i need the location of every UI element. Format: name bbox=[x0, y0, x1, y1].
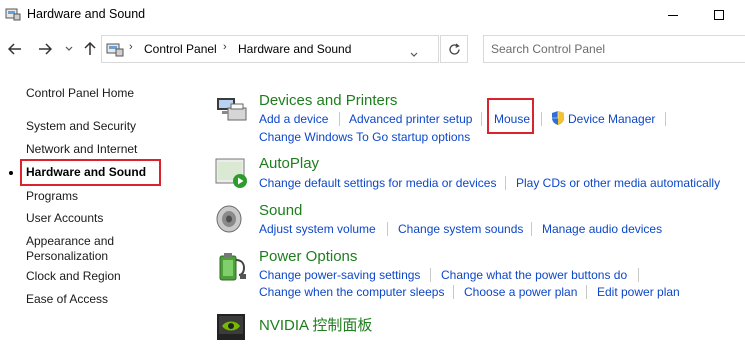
refresh-button[interactable] bbox=[440, 35, 468, 63]
link-change-windows-to-go-startup-options[interactable]: Change Windows To Go startup options bbox=[259, 130, 470, 144]
link-divider bbox=[531, 222, 532, 236]
speaker-icon bbox=[216, 205, 242, 233]
printer-icon bbox=[217, 98, 247, 121]
refresh-icon bbox=[448, 42, 460, 55]
sidebar-item-ease-of-access[interactable]: Ease of Access bbox=[26, 292, 108, 307]
link-edit-power-plan[interactable]: Edit power plan bbox=[597, 285, 680, 299]
nvidia-icon bbox=[217, 314, 245, 340]
link-divider bbox=[586, 285, 587, 299]
link-device-manager[interactable]: Device Manager bbox=[568, 112, 655, 126]
highlight-box bbox=[20, 159, 161, 186]
category-title-power-options[interactable]: Power Options bbox=[259, 248, 357, 265]
search-box[interactable] bbox=[483, 35, 745, 63]
category-title-devices-and-printers[interactable]: Devices and Printers bbox=[259, 92, 397, 109]
sidebar-item-control-panel-home[interactable]: Control Panel Home bbox=[26, 86, 134, 101]
title-bar: Hardware and Sound bbox=[0, 0, 745, 30]
category-title-sound[interactable]: Sound bbox=[259, 202, 302, 219]
link-change-default-settings-for-media-or-devices[interactable]: Change default settings for media or dev… bbox=[259, 176, 496, 190]
arrow-right-icon bbox=[39, 43, 52, 55]
maximize-button[interactable] bbox=[696, 0, 742, 30]
category-power-options: Power Options Change power-saving settin… bbox=[214, 248, 734, 304]
battery-icon bbox=[219, 253, 246, 281]
link-divider bbox=[638, 268, 639, 282]
category-title-autoplay[interactable]: AutoPlay bbox=[259, 155, 319, 172]
link-play-cds-or-other-media-automatically[interactable]: Play CDs or other media automatically bbox=[516, 176, 720, 190]
address-bar[interactable]: › Control Panel › Hardware and Sound bbox=[101, 35, 439, 63]
window-title: Hardware and Sound bbox=[27, 7, 146, 21]
sidebar-item-appearance-and-personalization[interactable]: Appearance and Personalization bbox=[26, 234, 136, 264]
search-input[interactable] bbox=[484, 36, 745, 62]
arrow-left-icon bbox=[8, 43, 21, 55]
chevron-down-icon bbox=[65, 46, 73, 51]
link-adjust-system-volume[interactable]: Adjust system volume bbox=[259, 222, 376, 236]
link-divider bbox=[665, 112, 666, 126]
link-divider bbox=[541, 112, 542, 126]
link-change-power-saving-settings[interactable]: Change power-saving settings bbox=[259, 268, 420, 282]
shield-icon bbox=[552, 111, 564, 125]
link-add-a-device[interactable]: Add a device bbox=[259, 112, 328, 126]
category-nvidia-control-panel: NVIDIA 控制面板 bbox=[214, 312, 734, 348]
recent-locations-button[interactable] bbox=[59, 39, 79, 59]
highlight-box bbox=[487, 98, 534, 134]
breadcrumb-control-panel[interactable]: Control Panel bbox=[144, 42, 217, 56]
breadcrumb-separator-icon: › bbox=[223, 41, 227, 53]
navigation-bar: › Control Panel › Hardware and Sound bbox=[0, 30, 745, 68]
category-sound: Sound Adjust system volume Change system… bbox=[214, 202, 734, 242]
control-panel-icon bbox=[5, 8, 21, 21]
link-change-what-the-power-buttons-do[interactable]: Change what the power buttons do bbox=[441, 268, 627, 282]
up-button[interactable] bbox=[80, 39, 100, 59]
current-item-bullet bbox=[9, 171, 13, 175]
sidebar-item-network-and-internet[interactable]: Network and Internet bbox=[26, 142, 137, 157]
link-change-system-sounds[interactable]: Change system sounds bbox=[398, 222, 523, 236]
minimize-button[interactable] bbox=[650, 0, 696, 30]
chevron-down-icon bbox=[410, 52, 418, 57]
sidebar-item-programs[interactable]: Programs bbox=[26, 189, 78, 204]
link-change-when-the-computer-sleeps[interactable]: Change when the computer sleeps bbox=[259, 285, 444, 299]
breadcrumb-hardware-and-sound[interactable]: Hardware and Sound bbox=[238, 42, 351, 56]
link-advanced-printer-setup[interactable]: Advanced printer setup bbox=[349, 112, 472, 126]
link-divider bbox=[481, 112, 482, 126]
sidebar-item-clock-and-region[interactable]: Clock and Region bbox=[26, 269, 121, 284]
control-panel-icon bbox=[106, 43, 124, 57]
link-divider bbox=[505, 176, 506, 190]
category-title-nvidia-control-panel[interactable]: NVIDIA 控制面板 bbox=[259, 314, 372, 335]
back-button[interactable] bbox=[5, 39, 25, 59]
forward-button[interactable] bbox=[35, 39, 55, 59]
link-divider bbox=[453, 285, 454, 299]
category-autoplay: AutoPlay Change default settings for med… bbox=[214, 155, 734, 195]
address-dropdown-button[interactable] bbox=[408, 41, 420, 69]
link-manage-audio-devices[interactable]: Manage audio devices bbox=[542, 222, 662, 236]
sidebar-item-system-and-security[interactable]: System and Security bbox=[26, 119, 136, 134]
link-divider bbox=[339, 112, 340, 126]
link-divider bbox=[387, 222, 388, 236]
autoplay-icon bbox=[215, 158, 247, 188]
sidebar: Control Panel Home System and Security N… bbox=[0, 68, 190, 353]
breadcrumb-separator-icon: › bbox=[129, 41, 133, 53]
category-devices-and-printers: Devices and Printers Add a device Advanc… bbox=[214, 92, 734, 152]
sidebar-item-user-accounts[interactable]: User Accounts bbox=[26, 211, 103, 226]
link-choose-a-power-plan[interactable]: Choose a power plan bbox=[464, 285, 577, 299]
link-divider bbox=[430, 268, 431, 282]
arrow-up-icon bbox=[84, 42, 96, 55]
